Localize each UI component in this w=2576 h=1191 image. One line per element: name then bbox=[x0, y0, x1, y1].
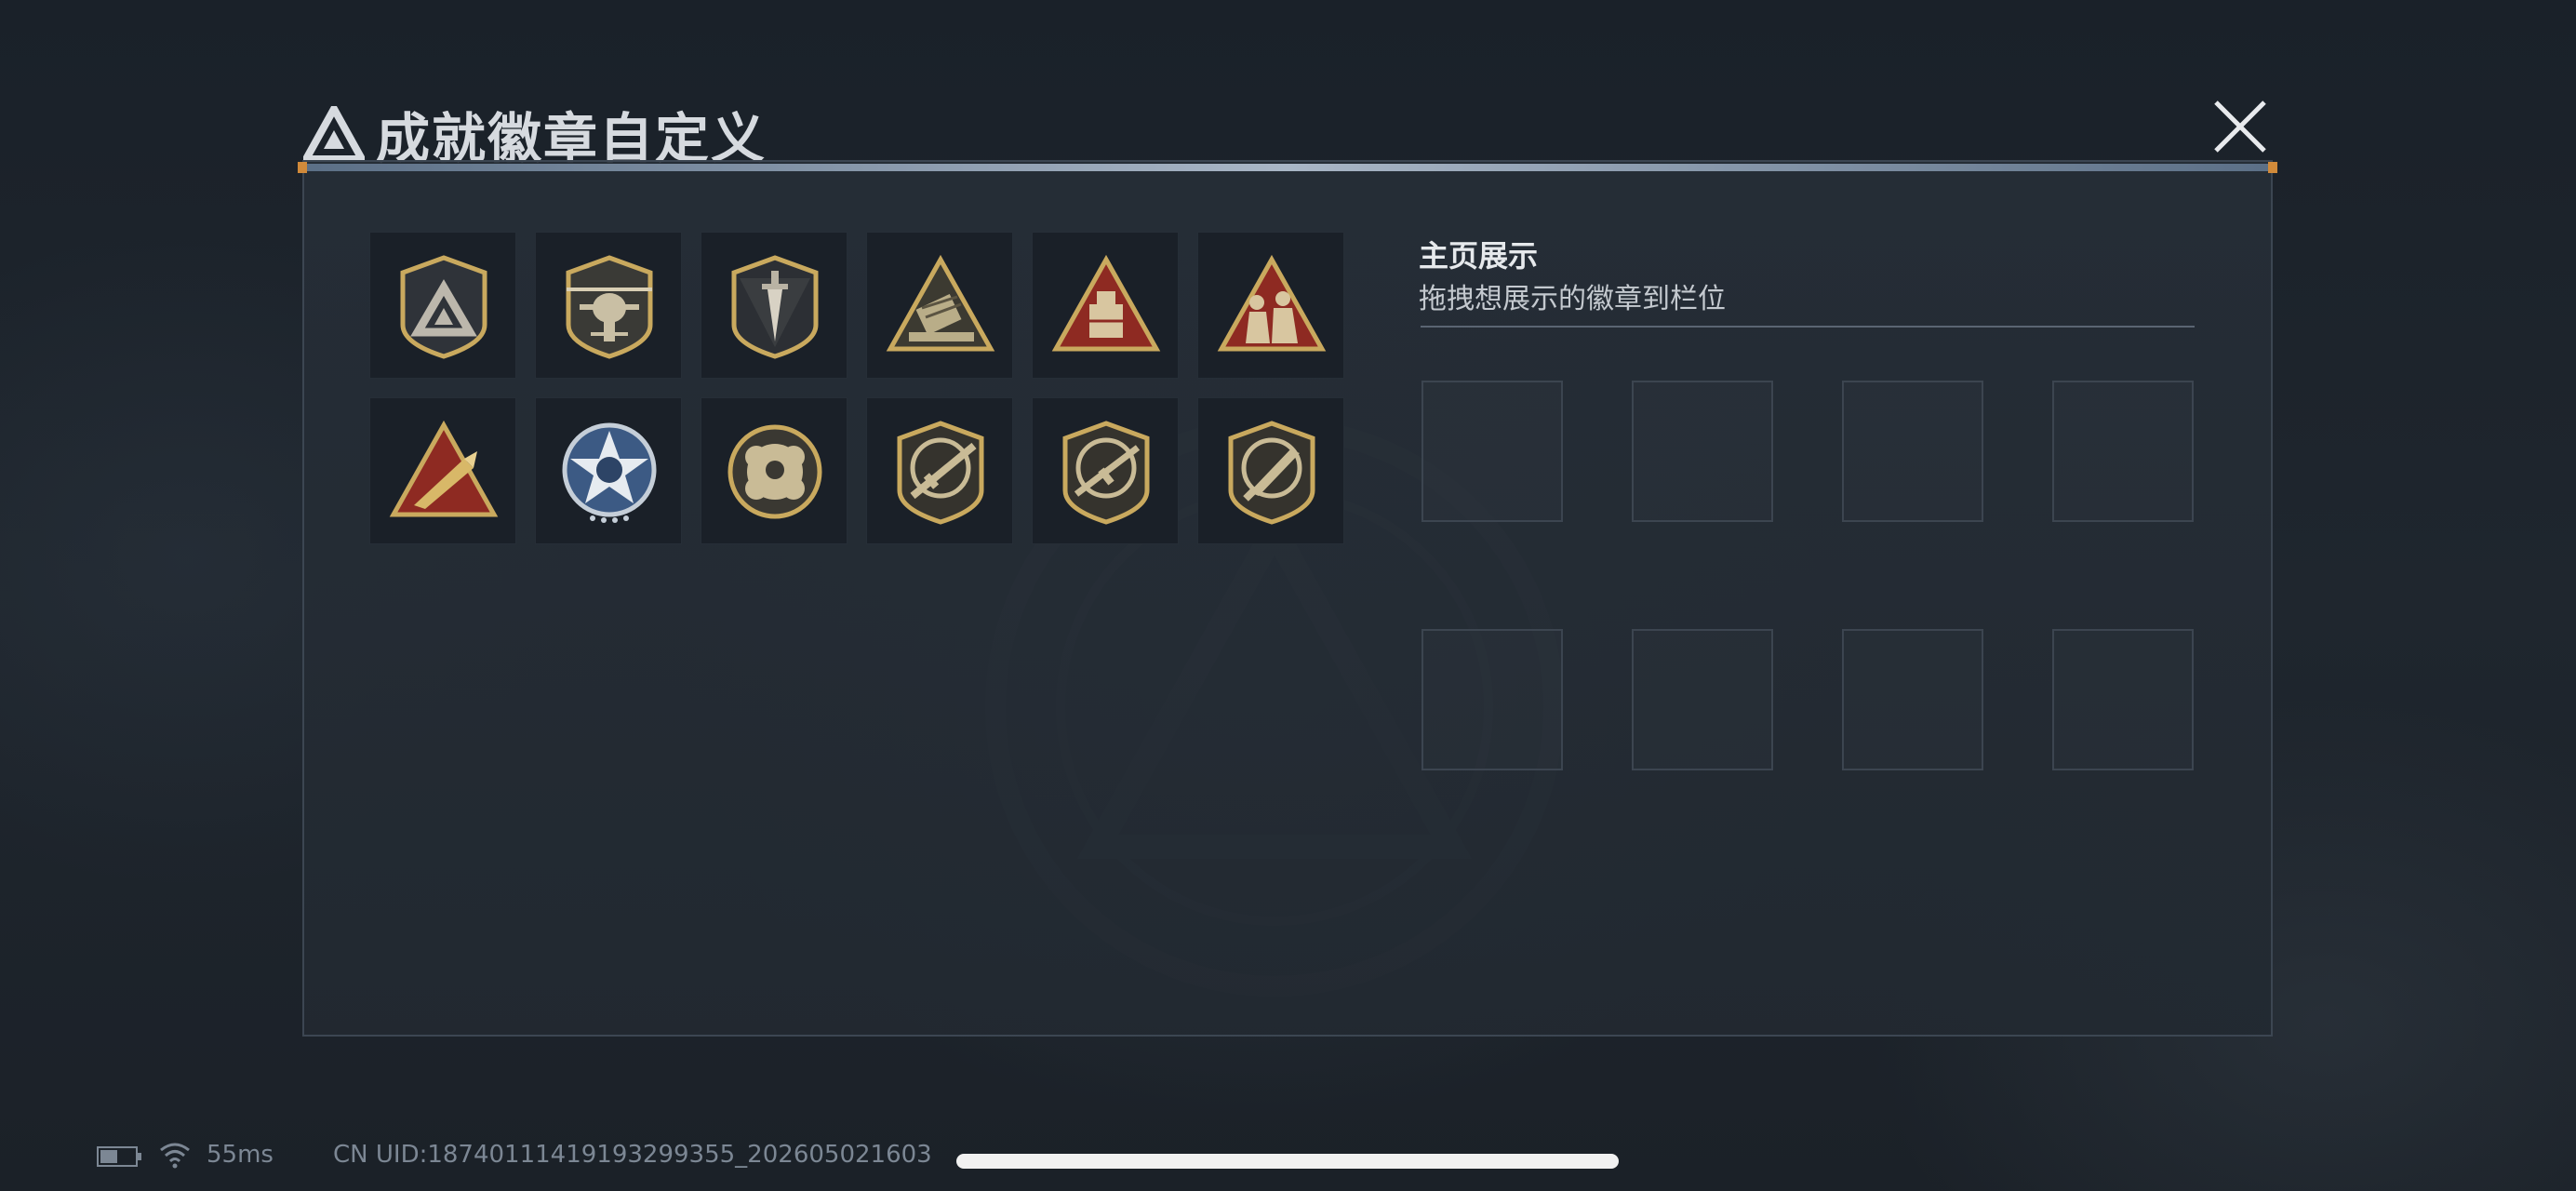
helicopter-icon bbox=[566, 255, 653, 359]
game-screen: 成就徽章自定义 主页展示 拖拽想展示的徽章到栏位 55ms CN UID:187… bbox=[0, 0, 2576, 1191]
gear-emblem-badge[interactable] bbox=[701, 397, 848, 544]
dagger-shield-badge[interactable] bbox=[701, 232, 848, 379]
soldiers-icon bbox=[1217, 254, 1327, 352]
soldiers-badge[interactable] bbox=[1197, 232, 1344, 379]
red-crate-badge[interactable] bbox=[1032, 232, 1179, 379]
rifle-badge-1[interactable] bbox=[866, 397, 1013, 544]
showcase-title: 主页展示 bbox=[1419, 238, 1539, 274]
showcase-slot-2[interactable] bbox=[1632, 381, 1773, 522]
wifi-icon bbox=[160, 1143, 190, 1169]
showcase-slot-6[interactable] bbox=[1632, 629, 1773, 770]
status-bar: 55ms CN UID:1874011141919329​9355_202605… bbox=[93, 1137, 1023, 1174]
showcase-slot-1[interactable] bbox=[1421, 381, 1563, 522]
delta-shield-icon bbox=[400, 255, 487, 359]
close-icon[interactable] bbox=[2207, 93, 2274, 160]
missile-launcher-icon bbox=[886, 254, 995, 352]
showcase-slot-3[interactable] bbox=[1842, 381, 1983, 522]
rifle-icon bbox=[897, 421, 984, 525]
helicopter-badge[interactable] bbox=[535, 232, 682, 379]
uid-readout: CN UID:1874011141919329​9355_20260502160… bbox=[333, 1141, 932, 1169]
delta-logo-icon bbox=[303, 106, 365, 162]
rocket-icon bbox=[389, 420, 499, 517]
star-emblem-badge[interactable] bbox=[535, 397, 682, 544]
home-indicator[interactable] bbox=[956, 1154, 1619, 1169]
ping-readout: 55ms bbox=[207, 1141, 274, 1169]
dagger-shield-icon bbox=[731, 255, 819, 359]
showcase-slot-5[interactable] bbox=[1421, 629, 1563, 770]
panel-top-border bbox=[298, 162, 2277, 173]
rifle-badge-2[interactable] bbox=[1032, 397, 1179, 544]
crate-icon bbox=[1051, 254, 1161, 352]
rifle-icon bbox=[1062, 421, 1150, 525]
knife-badge[interactable] bbox=[1197, 397, 1344, 544]
delta-shield-badge[interactable] bbox=[369, 232, 516, 379]
showcase-slot-4[interactable] bbox=[2052, 381, 2194, 522]
rocket-triangle-badge[interactable] bbox=[369, 397, 516, 544]
showcase-slot-7[interactable] bbox=[1842, 629, 1983, 770]
missile-launcher-badge[interactable] bbox=[866, 232, 1013, 379]
showcase-divider bbox=[1421, 326, 2195, 328]
knife-icon bbox=[1228, 421, 1315, 525]
star-emblem-icon bbox=[562, 422, 657, 523]
showcase-slot-8[interactable] bbox=[2052, 629, 2194, 770]
battery-icon bbox=[97, 1146, 141, 1167]
showcase-instruction: 拖拽想展示的徽章到栏位 bbox=[1419, 283, 1726, 315]
gear-emblem-icon bbox=[727, 424, 822, 519]
